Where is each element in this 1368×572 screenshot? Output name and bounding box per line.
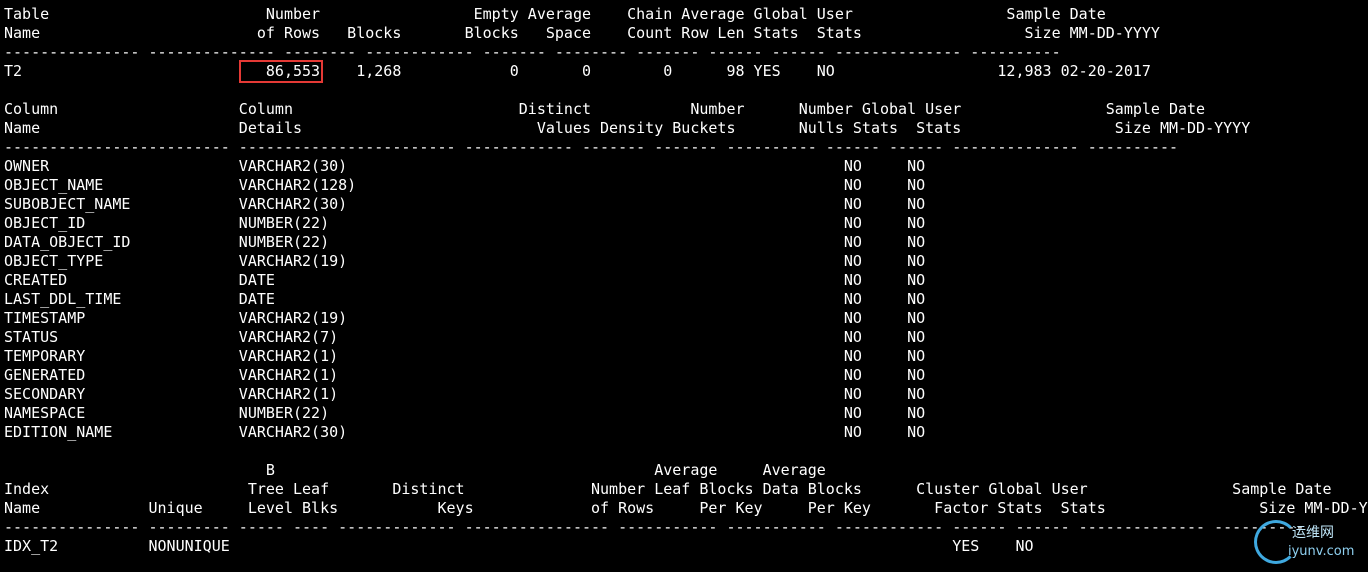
column-separator: ------------------------- --------------… [4,138,1178,156]
column-row: STATUS VARCHAR2(7) NO NO [4,328,926,346]
column-row: NAMESPACE NUMBER(22) NO NO [4,404,926,422]
table-row-t2: T2 86,553 1,268 0 0 0 98 YES NO 12,983 0… [4,62,1151,80]
column-header-line-1: Column Column Distinct Number Number Glo… [4,100,1206,118]
column-row: SUBOBJECT_NAME VARCHAR2(30) NO NO [4,195,926,213]
rows-highlight-box [239,60,323,83]
index-header-line-3: Name Unique Level Blks Keys of Rows Per … [4,499,1368,517]
index-separator: --------------- --------- ----- ---- ---… [4,518,1305,536]
column-row: EDITION_NAME VARCHAR2(30) NO NO [4,423,926,441]
column-row: LAST_DDL_TIME DATE NO NO [4,290,926,308]
column-row: TEMPORARY VARCHAR2(1) NO NO [4,347,926,365]
column-row: OBJECT_TYPE VARCHAR2(19) NO NO [4,252,926,270]
index-header-line-2: Index Tree Leaf Distinct Number Leaf Blo… [4,480,1332,498]
table-header-line-2: Name of Rows Blocks Blocks Space Count R… [4,24,1160,42]
index-row-idx-t2: IDX_T2 NONUNIQUE YES NO [4,537,1034,555]
table-header-line-1: Table Number Empty Average Chain Average… [4,5,1106,23]
terminal-window[interactable]: Table Number Empty Average Chain Average… [0,0,1368,572]
watermark-cn-text: 运维网 [1292,525,1334,541]
column-row: GENERATED VARCHAR2(1) NO NO [4,366,926,384]
column-header-line-2: Name Details Values Density Buckets Null… [4,119,1251,137]
table-separator: --------------- -------------- -------- … [4,43,1061,61]
column-row: DATA_OBJECT_ID NUMBER(22) NO NO [4,233,926,251]
watermark-logo: 运维网 iyunv.com [1254,518,1364,568]
column-row: SECONDARY VARCHAR2(1) NO NO [4,385,926,403]
column-row: TIMESTAMP VARCHAR2(19) NO NO [4,309,926,327]
watermark-en-text: iyunv.com [1288,544,1355,559]
column-row: OBJECT_NAME VARCHAR2(128) NO NO [4,176,926,194]
column-row: CREATED DATE NO NO [4,271,926,289]
column-row: OBJECT_ID NUMBER(22) NO NO [4,214,926,232]
index-header-line-1: B Average Average [4,461,826,479]
column-row: OWNER VARCHAR2(30) NO NO [4,157,926,175]
